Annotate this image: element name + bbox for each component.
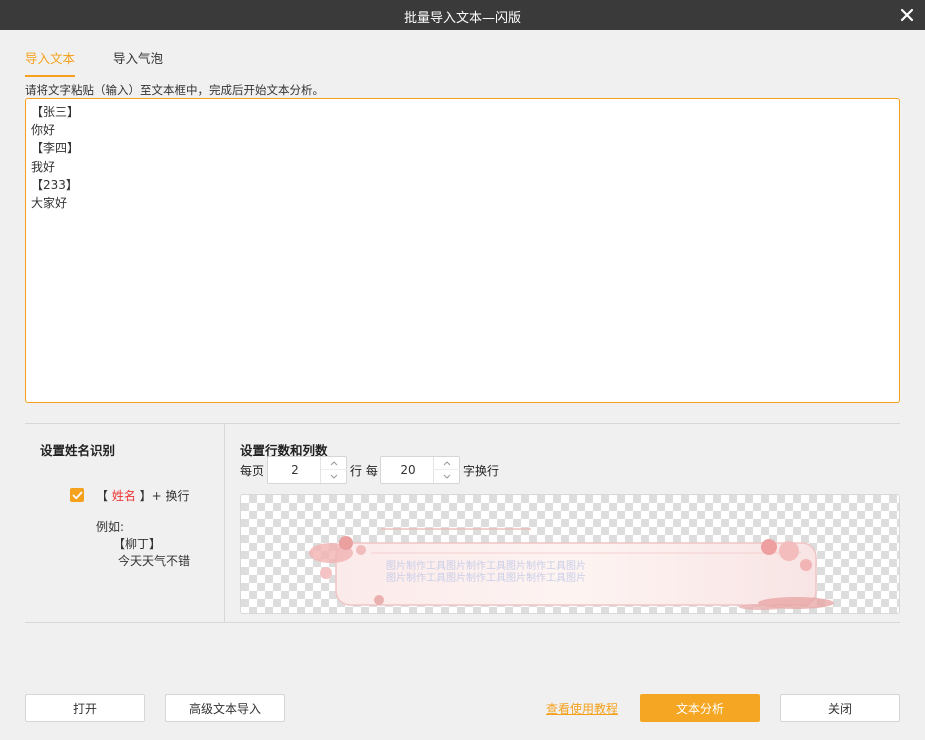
chevron-up-icon[interactable] [434,457,460,470]
check-icon [72,491,82,499]
cols-stepper-arrows [433,457,460,483]
tutorial-link[interactable]: 查看使用教程 [546,700,618,717]
close-button[interactable]: 关闭 [780,694,900,722]
section-divider-top [25,423,900,424]
open-button[interactable]: 打开 [25,694,145,722]
preview-text-line-2: 图片制作工具图片制作工具图片制作工具图片 [386,571,586,584]
example-name: 【柳丁】 [113,537,162,551]
chevron-down-icon[interactable] [321,470,347,483]
section-divider-vertical [224,424,225,622]
example-text: 今天天气不错 [118,554,191,568]
window-title: 批量导入文本—闪版 [403,11,521,26]
rule-open-bracket: 【 [96,489,112,503]
name-recognition-checkbox[interactable] [70,488,84,502]
rows-stepper-arrows [320,457,347,483]
preview-text-line-1: 图片制作工具图片制作工具图片制作工具图片 [386,559,586,572]
close-icon[interactable] [895,3,919,27]
cols-suffix-label: 字换行 [463,464,500,478]
rows-value[interactable]: 2 [268,463,322,477]
chevron-up-icon[interactable] [321,457,347,470]
text-input-area[interactable] [25,98,900,403]
advanced-import-button[interactable]: 高级文本导入 [165,694,285,722]
tab-import-bubble[interactable]: 导入气泡 [113,48,163,67]
cols-value[interactable]: 20 [381,463,435,477]
tab-import-text[interactable]: 导入文本 [25,48,75,67]
section-divider-bottom [25,622,900,623]
cols-stepper[interactable]: 20 [380,456,460,484]
rows-suffix-label: 行 每 [350,464,378,478]
text-analyze-button[interactable]: 文本分析 [640,694,760,722]
tab-active-indicator [25,75,75,77]
bubble-preview: 图片制作工具图片制作工具图片制作工具图片 图片制作工具图片制作工具图片制作工具图… [240,494,900,614]
name-recognition-title: 设置姓名识别 [40,443,116,458]
name-rule: 【 姓名 】+ 换行 [96,487,190,504]
rule-name-token: 姓名 [111,489,136,503]
example-label: 例如: [96,520,125,534]
rule-close-bracket: 】+ 换行 [135,489,190,503]
title-bar: 批量导入文本—闪版 [0,0,925,30]
chevron-down-icon[interactable] [434,470,460,483]
instruction-text: 请将文字粘贴（输入）至文本框中，完成后开始文本分析。 [25,83,324,97]
per-page-label: 每页 [240,464,265,478]
rows-stepper[interactable]: 2 [267,456,347,484]
bubble-frame-graphic: 图片制作工具图片制作工具图片制作工具图片 图片制作工具图片制作工具图片制作工具图… [309,528,834,610]
